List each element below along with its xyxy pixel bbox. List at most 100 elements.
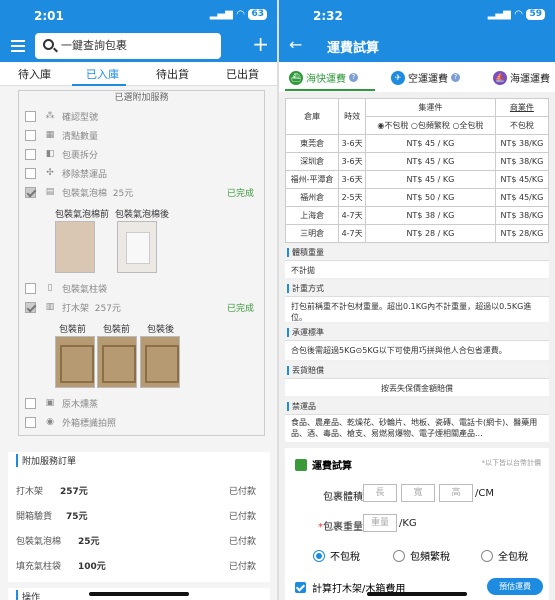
cell: 4-7天	[338, 206, 366, 225]
cell: 深圳倉	[284, 152, 340, 171]
weight-label-text: 包裹重量	[323, 522, 363, 533]
tab-sea[interactable]: ⛵ 海運運費	[493, 70, 550, 85]
service-item[interactable]: ⁂ 確認型號	[25, 109, 98, 123]
bubble-wrap-icon: ▤	[45, 187, 55, 197]
weight-input[interactable]: 重量	[363, 514, 397, 532]
battery-icon: 63	[248, 9, 267, 20]
service-checkbox[interactable]	[25, 186, 36, 198]
radio-frequent-tax[interactable]: 包頻繁稅	[393, 548, 450, 563]
service-item[interactable]: ▥ 打木架 257元	[25, 300, 121, 314]
cell: NT$ 45 / KG	[364, 152, 496, 171]
air-bag-icon: ▯	[47, 283, 53, 293]
tab-pending-shipment[interactable]: 待出貨	[156, 66, 189, 82]
camera-icon: ◉	[46, 417, 54, 427]
radio-button[interactable]	[313, 549, 325, 562]
order-status: 已付款	[228, 512, 256, 522]
tax-radio-no-tax[interactable]: ◉不包稅	[377, 121, 408, 130]
service-item[interactable]: ▯ 包裝氣柱袋	[25, 281, 107, 295]
service-item[interactable]: ▦ 清點數量	[25, 128, 98, 142]
wifi-icon: ◠	[514, 9, 523, 20]
service-checkbox[interactable]	[25, 301, 36, 313]
table-header-commercial[interactable]: 商業件	[494, 98, 550, 117]
service-item[interactable]: ◉ 外箱標識拍照	[25, 415, 116, 429]
service-item[interactable]: ◧ 包裹拆分	[25, 147, 98, 161]
length-input[interactable]: 長	[363, 484, 397, 502]
tab-air[interactable]: ✈ 空運運費?	[391, 70, 460, 85]
bubble-before-photo[interactable]	[55, 221, 95, 273]
section-body: 打包前稱重不計包材重量。超出0.1KG內不計重量，超過以0.5KG進位。	[291, 302, 532, 322]
service-checkbox[interactable]	[25, 129, 36, 141]
photo-label: 包裝後	[147, 325, 175, 335]
radio-all-tax[interactable]: 全包稅	[481, 548, 528, 563]
bubble-after-photo[interactable]	[117, 221, 157, 273]
order-price: 257元	[60, 487, 88, 497]
tab-received[interactable]: 已入庫	[86, 66, 119, 82]
service-checkbox[interactable]	[25, 397, 36, 409]
estimate-shipping-button[interactable]: 預估運費	[487, 578, 543, 595]
service-item[interactable]: ▣ 原木燻蒸	[25, 396, 98, 410]
tab-shipped[interactable]: 已出貨	[226, 66, 259, 82]
status-bar: 2:01 ▂▄▆ ◠ 63	[0, 0, 277, 30]
order-name: 開箱驗貨	[16, 512, 53, 522]
tax-radio-frequent[interactable]: ○包頻繁稅	[411, 121, 450, 130]
volume-label: 包裹體積	[323, 492, 363, 503]
width-input[interactable]: 寬	[401, 484, 435, 502]
section-title: 丟貨賠償	[285, 362, 549, 379]
order-row: 填充氣柱袋 100元 已付款	[16, 559, 256, 572]
tab-sea-express[interactable]: ⛴ 海快運費?	[289, 70, 358, 85]
selected-services-box: 已選附加服務 ⁂ 確認型號 ▦ 清點數量 ◧ 包裹拆分 ✣ 移除禁運品 ▤ 包裝氣泡棉 2…	[18, 90, 265, 436]
wood-before-photo[interactable]	[55, 336, 95, 388]
wood-after-photo[interactable]	[140, 336, 180, 388]
back-arrow-icon[interactable]: ←	[289, 35, 302, 54]
cubes-icon: ⁂	[45, 111, 55, 121]
cell: NT$ 50 / KG	[364, 188, 496, 207]
cell: NT$ 28 / KG	[364, 224, 496, 243]
service-checkbox[interactable]	[25, 167, 36, 179]
radio-button[interactable]	[393, 549, 405, 562]
service-checkbox[interactable]	[25, 148, 36, 160]
app-bar: ← 運費試算	[279, 30, 555, 62]
search-input[interactable]: 一鍵查詢包裹	[35, 33, 221, 59]
home-indicator	[89, 592, 189, 596]
radio-button[interactable]	[481, 549, 493, 562]
loss-compensation-section: 丟貨賠償 按丟失保價金額賠償	[285, 362, 549, 396]
service-orders-section: 附加服務訂單 打木架 257元 已付款 開箱驗貨 75元 已付款 包裝氣泡棉 25元 已付款…	[8, 452, 270, 582]
add-icon[interactable]: +	[252, 32, 269, 56]
order-row: 打木架 257元 已付款	[16, 484, 256, 497]
battery-icon: 59	[526, 9, 545, 20]
table-row: 福州倉 2-5天 NT$ 50 / KG NT$ 45/KG	[284, 188, 550, 207]
help-icon[interactable]: ?	[451, 73, 460, 82]
search-icon	[43, 39, 54, 50]
service-checkbox[interactable]	[25, 416, 36, 428]
cell: 上海倉	[284, 206, 340, 225]
radio-label: 全包稅	[459, 121, 484, 130]
checkbox[interactable]	[295, 582, 306, 593]
wood-before-photo-2[interactable]	[97, 336, 137, 388]
service-checkbox[interactable]	[25, 110, 36, 122]
cell: 2-5天	[338, 188, 366, 207]
photo-label: 包裝氣泡棉前	[55, 210, 110, 220]
radio-no-tax[interactable]: 不包稅	[313, 548, 360, 563]
cell: 4-7天	[338, 224, 366, 243]
service-checkbox[interactable]	[25, 282, 36, 294]
tab-pending-inbound[interactable]: 待入庫	[18, 66, 51, 82]
shipping-calc-screen: 2:32 ▂▄▆ ◠ 59 ← 運費試算 ⛴ 海快運費? ✈ 空運運費? ⛵ 海運運費 倉…	[279, 0, 555, 600]
order-status: 已付款	[228, 487, 256, 497]
menu-icon[interactable]	[11, 40, 25, 52]
service-item[interactable]: ✣ 移除禁運品	[25, 166, 107, 180]
inventory-screen: 2:01 ▂▄▆ ◠ 63 一鍵查詢包裹 + 待入庫 已入庫 待出貨 已出貨 已選附…	[0, 0, 277, 600]
order-name: 打木架	[16, 487, 44, 497]
section-body: 合包後需超過5KG⊙5KG以下可使用巧拼與他人合包省運費。	[291, 346, 507, 355]
table-header: 集運件	[364, 98, 496, 117]
cell: NT$ 38 / KG	[364, 206, 496, 225]
service-item[interactable]: ▤ 包裝氣泡棉 25元	[25, 185, 133, 199]
help-icon[interactable]: ?	[349, 73, 358, 82]
cell: 3-6天	[338, 152, 366, 171]
service-label: 包裝氣柱袋	[62, 284, 108, 295]
tax-radio-all[interactable]: ○全包稅	[452, 121, 483, 130]
height-input[interactable]: 高	[439, 484, 473, 502]
cell: NT$ 38/KG	[494, 134, 550, 153]
cell: NT$ 38/KG	[494, 206, 550, 225]
service-label: 包裹拆分	[62, 150, 99, 161]
calculator-title: 運費試算	[295, 457, 352, 472]
